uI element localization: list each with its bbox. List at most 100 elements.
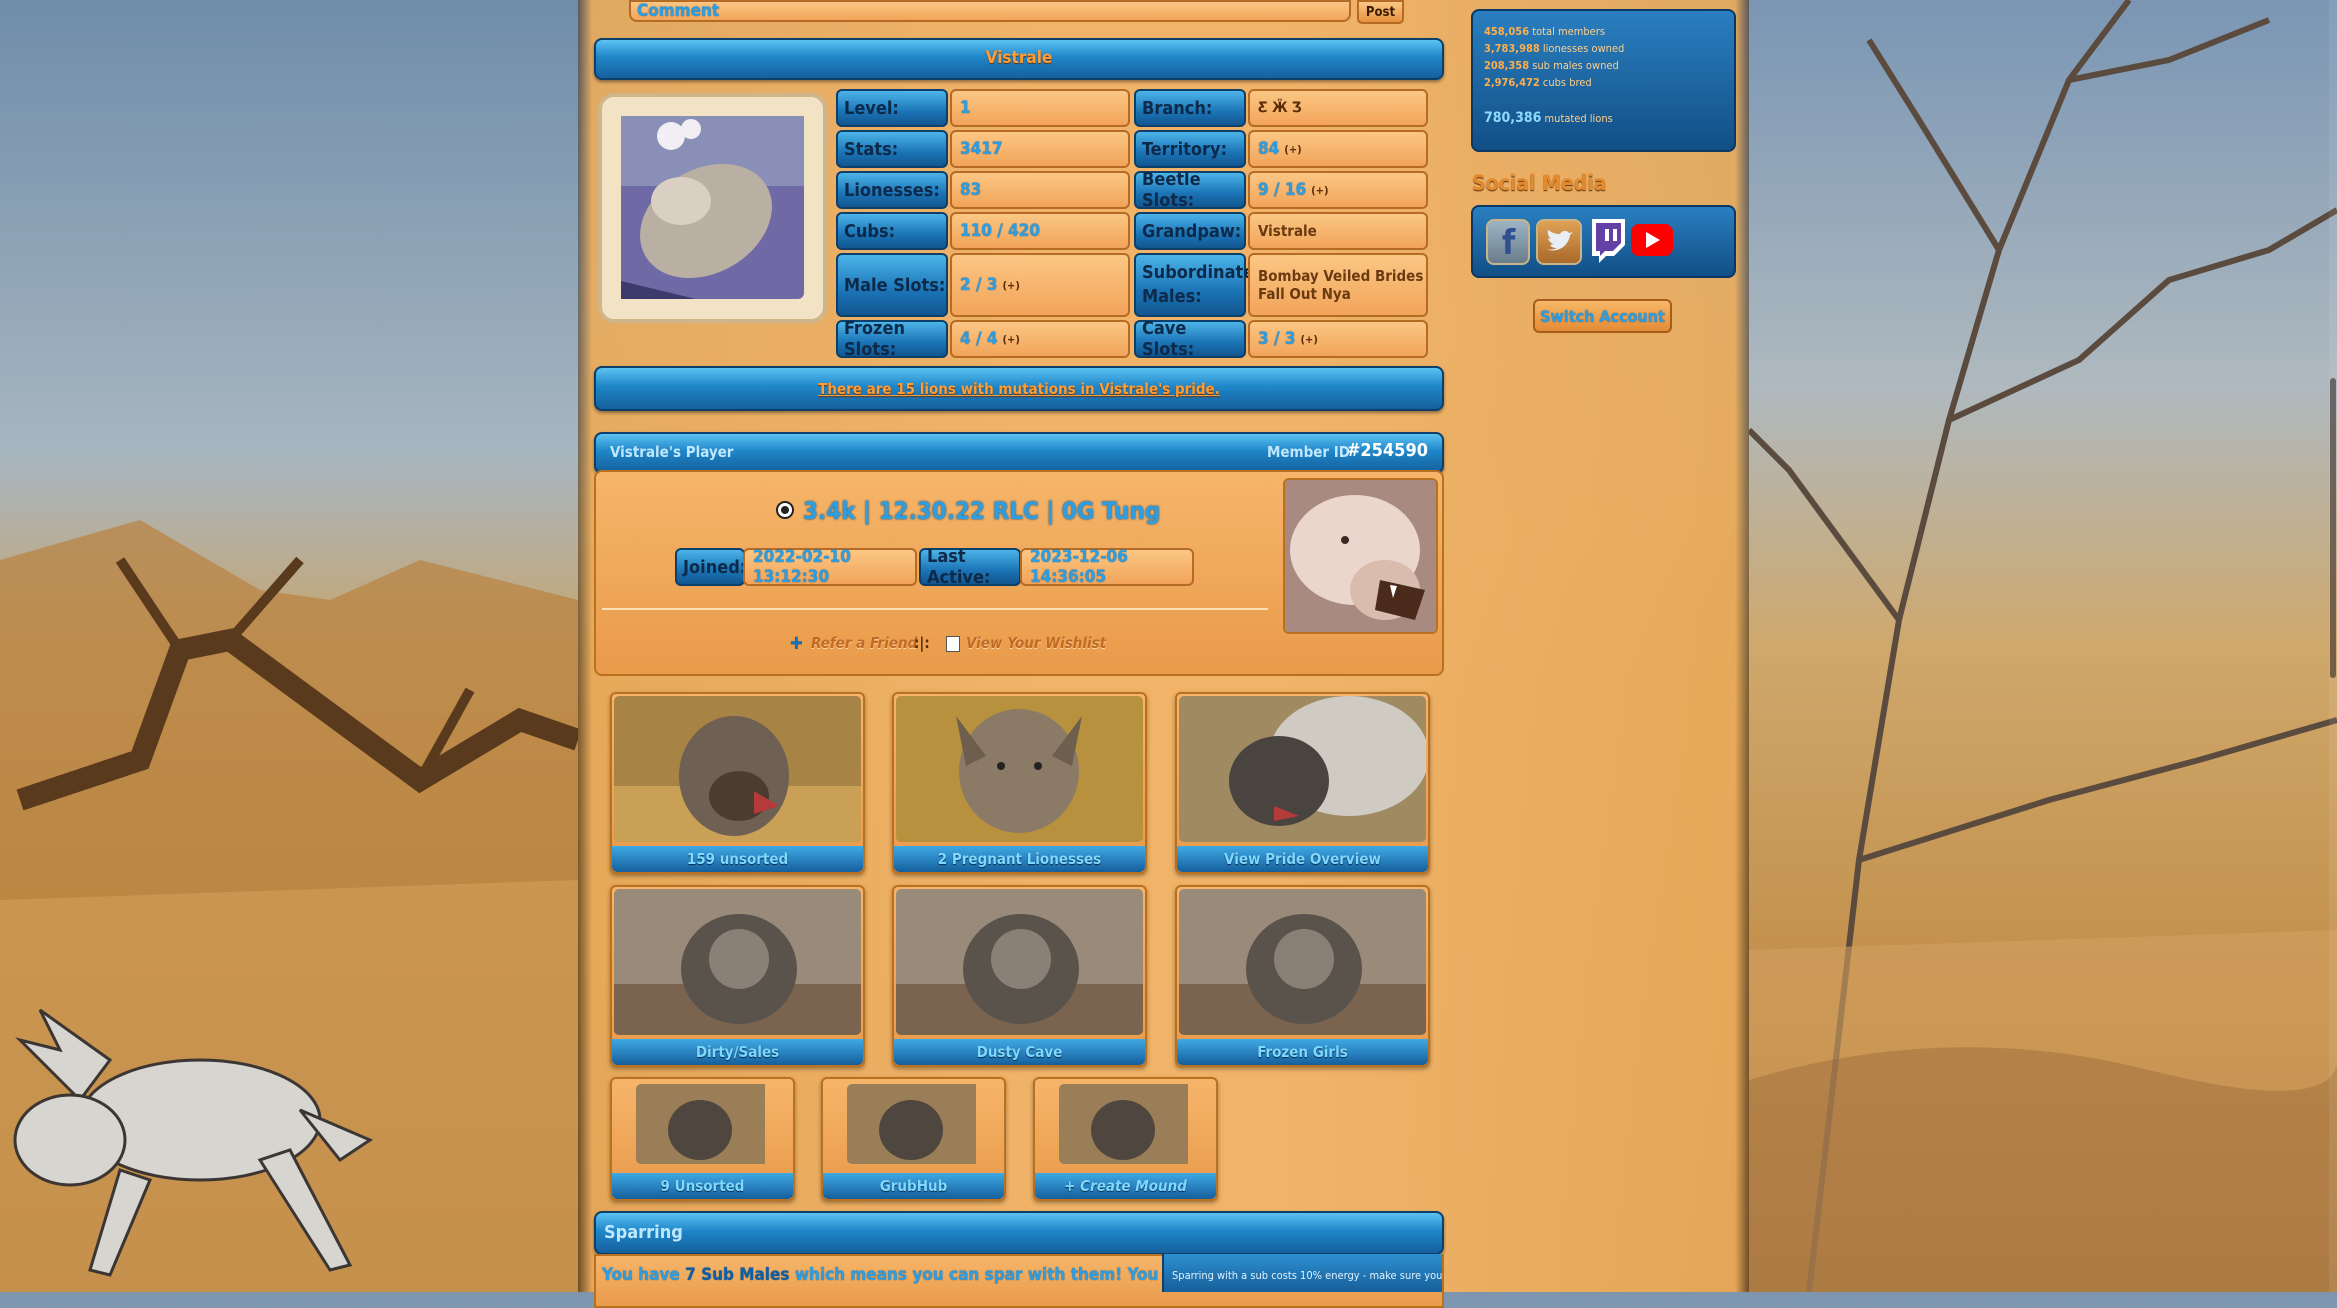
stat-cubs-bred: 2,976,472 cubs bred (1484, 76, 1592, 89)
wishlist-icon (946, 636, 960, 652)
scrollbar-thumb[interactable] (2330, 378, 2336, 678)
sparring-header: Sparring (594, 1211, 1444, 1255)
frozen-slots-label: Frozen Slots: (836, 318, 948, 360)
profile-name-bar: Vistrale (594, 38, 1444, 80)
cubs-value[interactable]: 110 / 420 (950, 212, 1130, 250)
frozen-slots-count: 4 / 4 (960, 329, 998, 349)
site-stats-panel: 458,056 total members 3,783,988 lionesse… (1471, 9, 1736, 152)
mound-card-unsorted[interactable]: 9 Unsorted (610, 1077, 795, 1201)
stat-total-members: 458,056 total members (1484, 25, 1605, 38)
grandpaw-label: Grandpaw: (1134, 212, 1246, 250)
hyena-portrait (1059, 1084, 1188, 1164)
sparring-text-suffix: which means you can spar with them! You … (789, 1265, 1195, 1285)
profile-avatar[interactable] (596, 91, 829, 325)
stat-sub-males: 208,358 sub males owned (1484, 59, 1619, 72)
joined-label: Joined: (675, 548, 746, 586)
den-card-pregnant[interactable]: 2 Pregnant Lionesses (892, 692, 1147, 874)
sub-males-link[interactable]: 7 Sub Males (685, 1265, 789, 1285)
player-status-text: 3.4k | 12.30.22 RLC | 0G Tung (803, 497, 1161, 525)
territory-label: Territory: (1134, 130, 1246, 168)
last-active-value: 2023-12-06 14:36:05 (1020, 547, 1194, 587)
twitter-icon[interactable] (1536, 219, 1582, 265)
player-header: Vistrale's Player Member ID #254590 (594, 432, 1444, 474)
den-card-pride-overview[interactable]: View Pride Overview (1175, 692, 1430, 874)
twitch-icon[interactable] (1587, 217, 1629, 265)
territory-upgrade-link[interactable]: (+) (1284, 143, 1301, 156)
cave-slots-value: 3 / 3 (+) (1248, 320, 1428, 358)
cave-slots-count: 3 / 3 (1258, 329, 1296, 349)
plus-icon: ✚ (790, 634, 803, 654)
subordinate-male-2[interactable]: Fall Out Nya (1258, 285, 1351, 303)
cave-slots-label: Cave Slots: (1134, 318, 1246, 360)
hyena-portrait (896, 889, 1143, 1035)
den-label: 159 unsorted (612, 846, 863, 872)
den-card-dirty-sales[interactable]: Dirty/Sales (610, 885, 865, 1067)
beetle-slots-label: Beetle Slots: (1134, 169, 1246, 211)
youtube-icon[interactable] (1631, 224, 1673, 256)
radio-dot-icon (776, 501, 794, 519)
hyena-portrait (614, 696, 861, 842)
male-slots-count: 2 / 3 (960, 275, 998, 295)
den-card-unsorted[interactable]: 159 unsorted (610, 692, 865, 874)
stat-lionesses: 3,783,988 lionesses owned (1484, 42, 1625, 55)
comment-input[interactable]: Comment (629, 0, 1351, 22)
wishlist-link[interactable]: View Your Wishlist (966, 634, 1106, 652)
branch-label: Branch: (1134, 89, 1246, 127)
member-id-label: Member ID (1266, 443, 1350, 461)
cave-slots-upgrade-link[interactable]: (+) (1301, 333, 1318, 346)
den-card-frozen-girls[interactable]: Frozen Girls (1175, 885, 1430, 1067)
hyena-portrait (614, 889, 861, 1035)
den-label: View Pride Overview (1177, 846, 1428, 872)
comment-placeholder: Comment (637, 1, 720, 21)
grandpaw-value[interactable]: Vistrale (1248, 212, 1428, 250)
cubs-label: Cubs: (836, 212, 948, 250)
level-value: 1 (950, 89, 1130, 127)
player-divider (602, 608, 1268, 610)
background-right-scenery (1749, 0, 2337, 1292)
male-slots-label: Male Slots: (836, 253, 948, 317)
mound-label: 9 Unsorted (612, 1173, 793, 1199)
mutations-bar: There are 15 lions with mutations in Vis… (594, 366, 1444, 411)
switch-account-label: Switch Account (1540, 306, 1665, 326)
branch-value: Ƹ Ӝ Ʒ (1248, 89, 1428, 127)
switch-account-button[interactable]: Switch Account (1533, 299, 1672, 333)
mound-card-grubhub[interactable]: GrubHub (821, 1077, 1006, 1201)
den-label: Dirty/Sales (612, 1039, 863, 1065)
hyena-portrait (847, 1084, 976, 1164)
lionesses-value[interactable]: 83 (950, 171, 1130, 209)
mound-label: + Create Mound (1035, 1173, 1216, 1199)
subordinate-males-value: Bombay Veiled Brides Fall Out Nya (1248, 253, 1428, 317)
territory-count: 84 (1258, 139, 1280, 159)
stats-label: Stats: (836, 130, 948, 168)
player-avatar[interactable] (1283, 478, 1438, 634)
sparring-side-note-box: Sparring with a sub costs 10% energy - m… (1162, 1254, 1442, 1292)
hyena-portrait (636, 1084, 765, 1164)
sparring-text-prefix: You have (602, 1265, 686, 1285)
level-label: Level: (836, 89, 948, 127)
facebook-icon[interactable]: f (1486, 219, 1530, 265)
frozen-slots-value: 4 / 4 (+) (950, 320, 1130, 358)
beetle-slots-count: 9 / 16 (1258, 180, 1307, 200)
beetle-slots-upgrade-link[interactable]: (+) (1311, 184, 1328, 197)
post-button[interactable]: Post (1357, 0, 1404, 24)
stat-mutated: 780,386 mutated lions (1484, 110, 1613, 126)
hyena-portrait (1179, 889, 1426, 1035)
male-slots-upgrade-link[interactable]: (+) (1003, 279, 1020, 292)
refer-friend-link[interactable]: Refer a Friend (811, 634, 917, 652)
den-label: Dusty Cave (894, 1039, 1145, 1065)
beetle-slots-value: 9 / 16 (+) (1248, 171, 1428, 209)
social-media-heading: Social Media (1472, 171, 1607, 195)
subordinate-male-1[interactable]: Bombay Veiled Brides (1258, 267, 1423, 285)
social-media-panel: f (1471, 205, 1736, 278)
background-left-scenery (0, 0, 578, 1292)
subordinate-males-label: Subordinate Males: (1134, 253, 1254, 317)
den-card-dusty-cave[interactable]: Dusty Cave (892, 885, 1147, 1067)
mutations-link[interactable]: There are 15 lions with mutations in Vis… (596, 380, 1442, 398)
player-title: Vistrale's Player (610, 443, 734, 461)
mound-label: GrubHub (823, 1173, 1004, 1199)
hyena-portrait (896, 696, 1143, 842)
create-mound-card[interactable]: + Create Mound (1033, 1077, 1218, 1201)
last-active-label: Last Active: (919, 546, 1021, 588)
den-label: Frozen Girls (1177, 1039, 1428, 1065)
frozen-slots-upgrade-link[interactable]: (+) (1003, 333, 1020, 346)
